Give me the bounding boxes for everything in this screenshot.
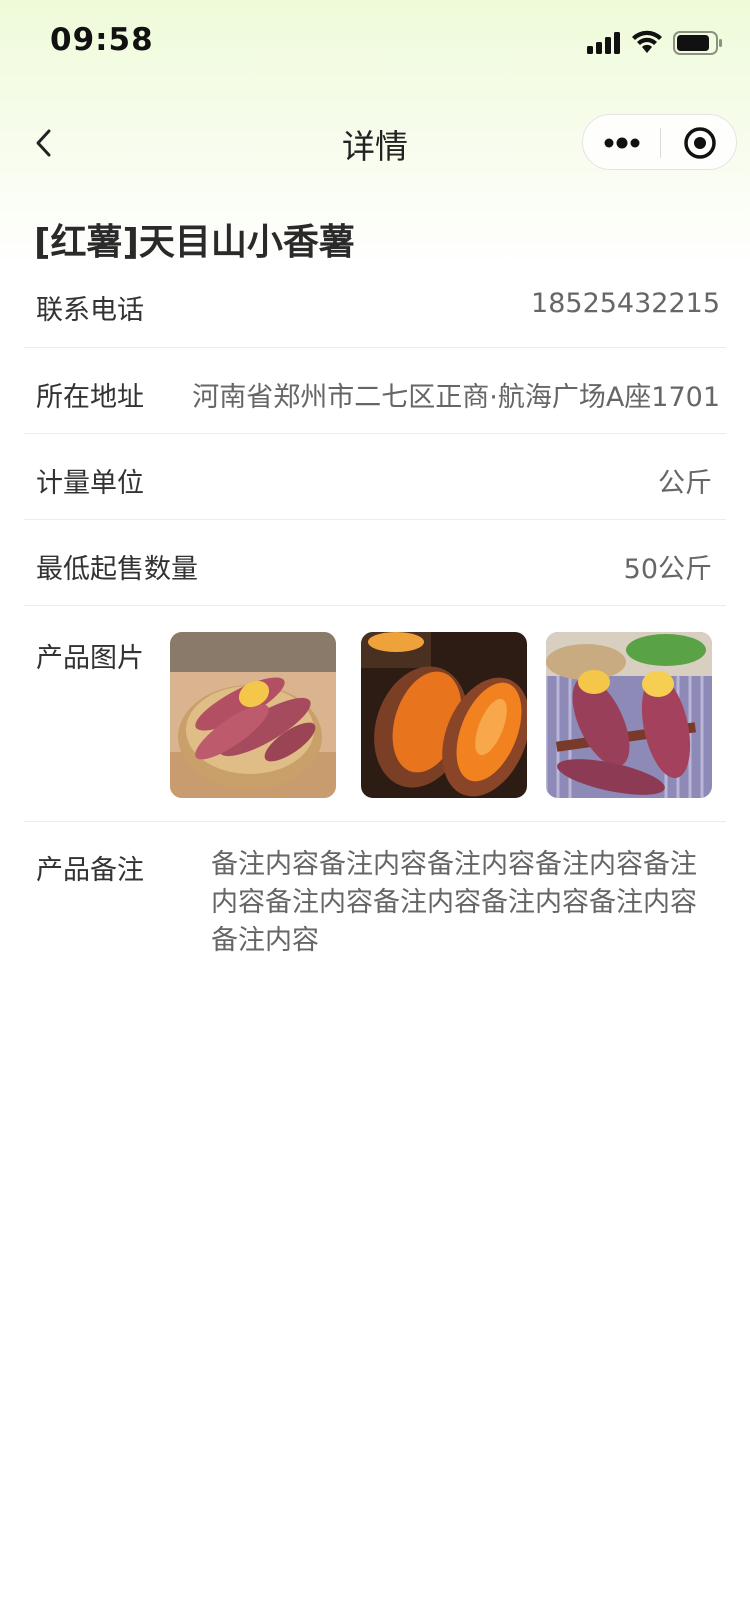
sweet-potato-basket-image — [170, 632, 336, 798]
unit-row: 计量单位 公斤 — [24, 434, 726, 520]
sliced-sweet-potato-image — [546, 632, 712, 798]
product-images-row: 产品图片 — [24, 606, 726, 822]
product-remark-label: 产品备注 — [36, 855, 144, 886]
address-label: 所在地址 — [36, 382, 144, 413]
address-row: 所在地址 河南省郑州市二七区正商·航海广场A座1701 — [24, 348, 726, 434]
min-quantity-row: 最低起售数量 50公斤 — [24, 520, 726, 606]
wifi-icon — [632, 30, 662, 53]
more-dots-icon — [604, 137, 639, 149]
mini-program-capsule — [582, 114, 737, 170]
product-image-2[interactable] — [361, 632, 527, 798]
more-button[interactable] — [583, 115, 660, 171]
roasted-sweet-potato-image — [361, 632, 527, 798]
phone-row: 联系电话 18525432215 — [24, 258, 726, 348]
status-bar: 09:58 — [0, 0, 750, 88]
unit-label: 计量单位 — [36, 468, 144, 499]
unit-value: 公斤 — [658, 468, 712, 499]
target-circle-icon — [683, 127, 716, 159]
phone-label: 联系电话 — [36, 295, 144, 326]
product-image-1[interactable] — [170, 632, 336, 798]
status-time: 09:58 — [50, 22, 154, 58]
product-image-3[interactable] — [546, 632, 712, 798]
nav-bar: 详情 — [0, 108, 750, 178]
close-mini-program-button[interactable] — [661, 115, 738, 171]
signal-icon — [587, 32, 620, 54]
phone-value[interactable]: 18525432215 — [531, 288, 720, 319]
min-quantity-value: 50公斤 — [623, 554, 712, 585]
min-quantity-label: 最低起售数量 — [36, 554, 198, 585]
product-images-label: 产品图片 — [36, 643, 144, 674]
address-value: 河南省郑州市二七区正商·航海广场A座1701 — [192, 382, 720, 413]
battery-icon — [673, 31, 722, 55]
product-remark-value: 备注内容备注内容备注内容备注内容备注内容备注内容备注内容备注内容备注内容备注内容 — [211, 849, 697, 956]
